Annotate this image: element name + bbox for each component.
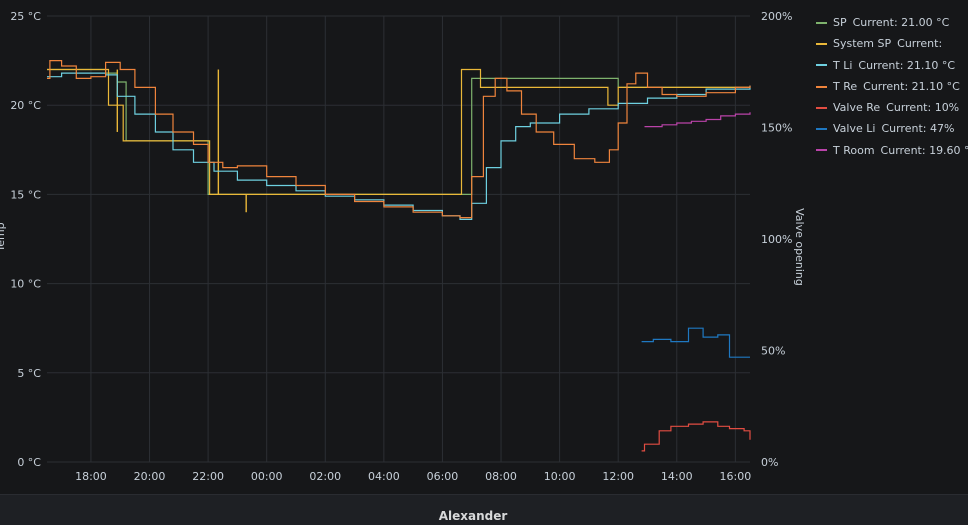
y-tick-label: 20 °C <box>10 99 41 112</box>
legend-item-valve-li[interactable]: Valve Li Current: 47% <box>816 118 968 139</box>
y-axis-title-left: Temp <box>0 222 7 252</box>
legend-current-value: Current: 21.10 °C <box>863 79 960 93</box>
y2-tick-label: 50% <box>761 345 785 358</box>
x-tick-label: 14:00 <box>661 470 693 483</box>
y-axis-title-right: Valve opening <box>793 208 806 286</box>
x-axis: 18:00 20:00 22:00 00:00 02:00 04:00 06:00 08:00… <box>75 470 751 483</box>
legend-item-sp[interactable]: SP Current: 21.00 °C <box>816 12 968 33</box>
legend-swatch <box>816 42 827 45</box>
y-axis-right: 0% 50% 100% 150% 200% <box>761 10 792 469</box>
x-tick-label: 16:00 <box>720 470 752 483</box>
y-tick-label: 0 °C <box>17 456 41 469</box>
chart-grid <box>47 15 750 463</box>
x-tick-label: 12:00 <box>602 470 634 483</box>
series-line-valve-re <box>641 421 751 452</box>
legend-swatch <box>816 64 827 67</box>
x-tick-label: 04:00 <box>368 470 400 483</box>
legend-current-value: Current: 21.10 °C <box>858 58 956 72</box>
legend-series-name: System SP <box>833 37 892 51</box>
y2-tick-label: 0% <box>761 456 778 469</box>
legend-current-value: Current: <box>897 37 943 51</box>
legend-item-t-room[interactable]: T Room Current: 19.60 °C <box>816 140 968 161</box>
x-tick-label: 00:00 <box>251 470 283 483</box>
x-tick-label: 02:00 <box>309 470 341 483</box>
x-tick-label: 10:00 <box>544 470 576 483</box>
legend-series-name: Valve Re <box>833 101 881 115</box>
y-tick-label: 15 °C <box>10 188 41 201</box>
panel-title: Alexander <box>438 509 508 523</box>
y-tick-label: 25 °C <box>10 10 41 23</box>
x-tick-label: 22:00 <box>192 470 224 483</box>
series-line-system-sp <box>47 68 750 195</box>
legend-item-system-sp[interactable]: System SP Current: <box>816 33 968 54</box>
legend-swatch <box>816 85 827 88</box>
legend-item-valve-re[interactable]: Valve Re Current: 10% <box>816 97 968 118</box>
y2-tick-label: 100% <box>761 233 792 246</box>
legend-current-value: Current: 19.60 °C <box>880 143 968 157</box>
panel-footer: Alexander <box>0 494 968 525</box>
y-tick-label: 5 °C <box>17 367 41 380</box>
series-line-t-room <box>644 112 751 128</box>
x-tick-label: 20:00 <box>134 470 166 483</box>
legend-series-name: T Room <box>833 143 875 157</box>
legend-item-t-re[interactable]: T Re Current: 21.10 °C <box>816 76 968 97</box>
legend-swatch <box>816 106 827 109</box>
y-axis-left: 0 °C 5 °C 10 °C 15 °C 20 °C 25 °C <box>10 10 41 469</box>
series-line-t-li <box>47 72 751 220</box>
legend-series-name: T Li <box>833 58 853 72</box>
legend-swatch <box>816 149 827 152</box>
chart-legend: SP Current: 21.00 °C System SP Current: T Li… <box>816 12 968 161</box>
chart-series <box>47 60 751 452</box>
y2-tick-label: 150% <box>761 122 792 135</box>
y2-tick-label: 200% <box>761 10 792 23</box>
y-tick-label: 10 °C <box>10 278 41 291</box>
legend-current-value: Current: 21.00 °C <box>852 16 950 29</box>
x-tick-label: 18:00 <box>75 470 107 483</box>
legend-item-t-li[interactable]: T Li Current: 21.10 °C <box>816 55 968 76</box>
legend-swatch <box>816 128 827 131</box>
x-tick-label: 06:00 <box>427 470 459 483</box>
legend-series-name: SP <box>833 16 847 29</box>
legend-swatch <box>816 21 827 24</box>
x-tick-label: 08:00 <box>485 470 517 483</box>
legend-current-value: Current: 10% <box>886 101 960 115</box>
series-line-valve-li <box>641 327 750 358</box>
legend-series-name: Valve Li <box>833 122 876 136</box>
legend-current-value: Current: 47% <box>881 122 955 136</box>
legend-series-name: T Re <box>833 79 858 93</box>
series-line-sp <box>47 68 750 195</box>
